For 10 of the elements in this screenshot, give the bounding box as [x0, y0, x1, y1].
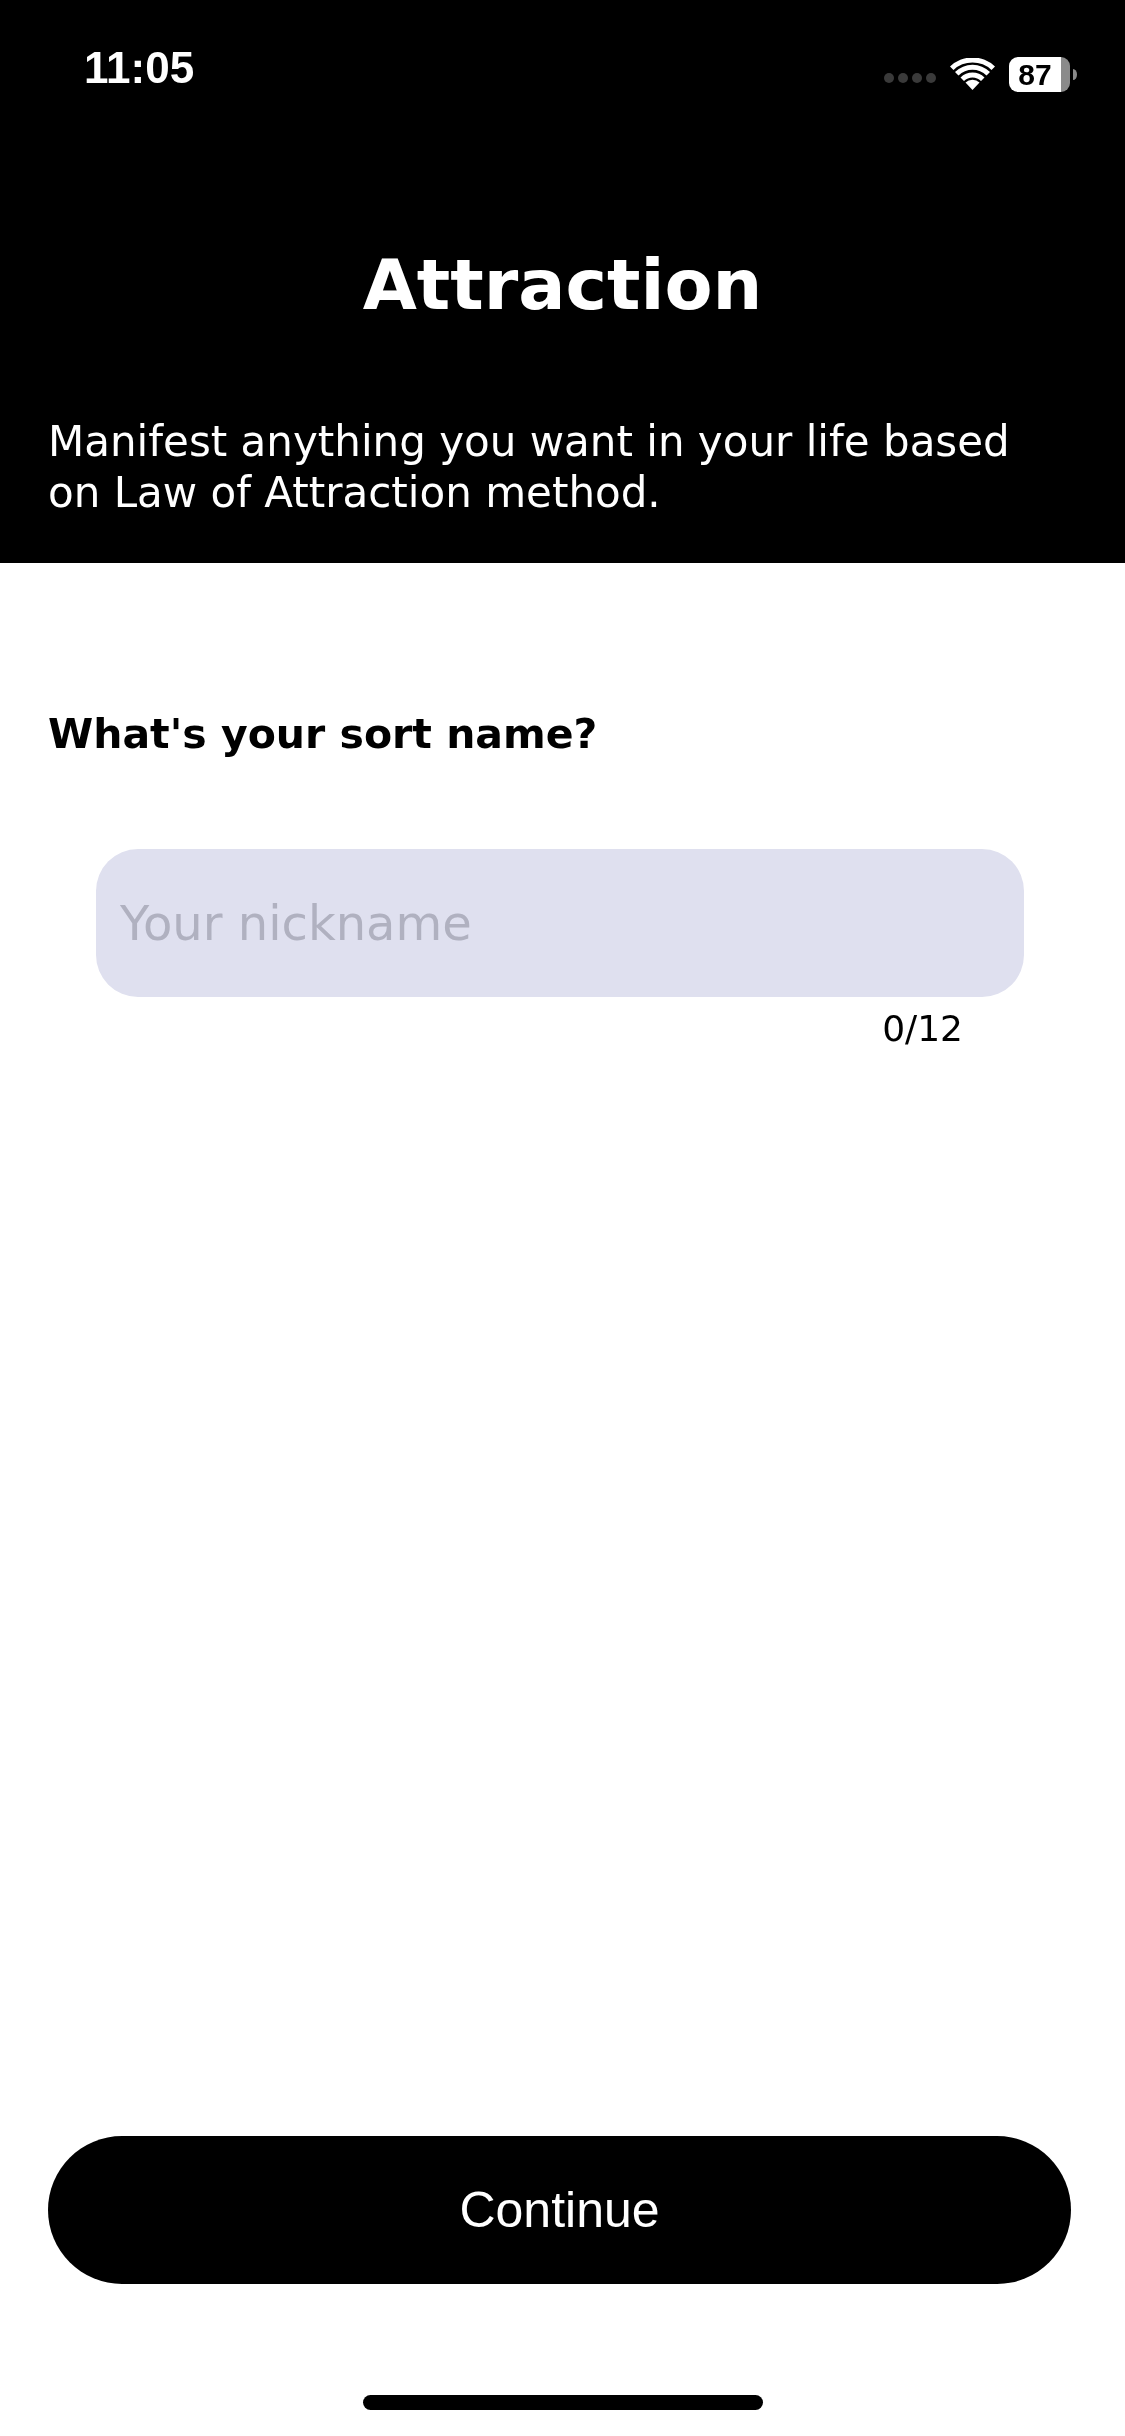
signal-icon [884, 73, 936, 83]
character-counter: 0/12 [882, 1007, 963, 1051]
question-label: What's your sort name? [48, 710, 599, 758]
continue-button[interactable]: Continue [48, 2136, 1071, 2284]
battery-tip-icon [1061, 56, 1077, 92]
battery-percentage: 87 [1009, 56, 1061, 92]
wifi-icon [950, 58, 995, 90]
app-title: Attraction [361, 243, 764, 328]
status-time: 11:05 [84, 43, 195, 93]
app-description: Manifest anything you want in your life based on Law of Attraction method. [47, 416, 1011, 518]
